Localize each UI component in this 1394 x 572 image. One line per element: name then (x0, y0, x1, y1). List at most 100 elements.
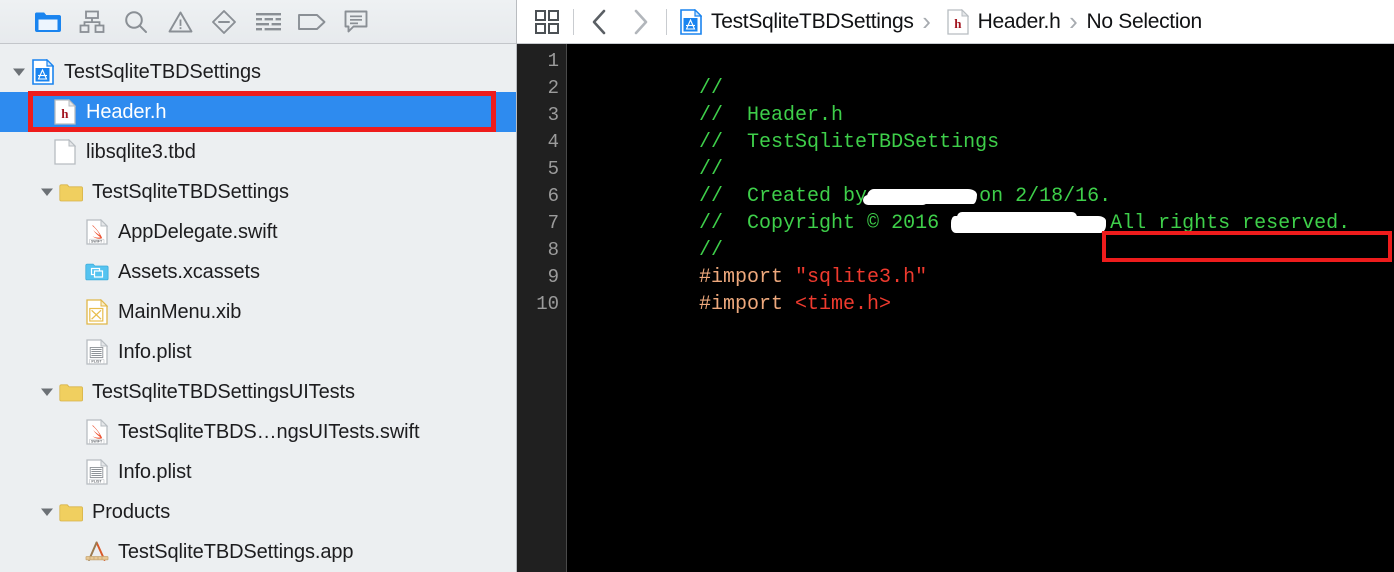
tree-row-label: TestSqliteTBDS…ngsUITests.swift (118, 421, 420, 443)
tree-row-label: AppDelegate.swift (118, 221, 278, 243)
tree-row-label: TestSqliteTBDSettings.app (118, 541, 354, 563)
h-file-icon: h (946, 8, 970, 36)
breadcrumb-selection[interactable]: No Selection (1084, 6, 1203, 38)
jump-bar-divider-1 (573, 8, 574, 35)
code-token-comment: on 2/18/16. (979, 185, 1112, 208)
svg-text:h: h (954, 16, 962, 31)
swift-file-icon: SWIFT (84, 218, 110, 246)
tree-row-label: MainMenu.xib (118, 301, 242, 323)
line-number: 7 (547, 212, 559, 234)
editor-jump-bar: TestSqliteTBDSettings › h Header.h › No … (517, 0, 1394, 44)
test-diamond-icon[interactable] (202, 7, 246, 37)
folder-icon (58, 378, 84, 406)
tree-row-group-testsqlitetbdsettings[interactable]: TestSqliteTBDSettings (0, 172, 516, 212)
svg-text:SWIFT: SWIFT (91, 440, 103, 444)
breadcrumb-chevron-icon: › (1069, 6, 1078, 36)
project-file-tree[interactable]: TestSqliteTBDSettings h Header.h libsqli… (0, 44, 516, 572)
tree-row-info-plist[interactable]: PLIST Info.plist (0, 332, 516, 372)
line-number: 2 (547, 77, 559, 99)
tree-row-app-product[interactable]: TestSqliteTBDSettings.app (0, 532, 516, 572)
source-editor[interactable]: 1 2 3 4 5 6 7 8 9 10 // // Header.h // T… (517, 44, 1394, 572)
search-icon[interactable] (114, 7, 158, 37)
jump-bar-divider-2 (666, 8, 667, 35)
tree-row-info-plist-uitests[interactable]: PLIST Info.plist (0, 452, 516, 492)
line-number: 6 (547, 185, 559, 207)
xcode-window: TestSqliteTBDSettings h Header.h libsqli… (0, 0, 1394, 572)
tree-row-appdelegate-swift[interactable]: SWIFT AppDelegate.swift (0, 212, 516, 252)
code-line-1: // (579, 48, 1394, 100)
disclosure-triangle-down-icon[interactable] (8, 52, 30, 92)
tree-row-header-h[interactable]: h Header.h (0, 92, 516, 132)
forward-chevron-icon[interactable] (620, 6, 662, 38)
tree-row-label: Header.h (86, 101, 167, 123)
project-navigator-pane: TestSqliteTBDSettings h Header.h libsqli… (0, 0, 517, 572)
line-number-gutter: 1 2 3 4 5 6 7 8 9 10 (517, 44, 567, 572)
tree-row-uitests-swift[interactable]: SWIFT TestSqliteTBDS…ngsUITests.swift (0, 412, 516, 452)
breadcrumb-label: Header.h (977, 9, 1061, 33)
code-token-comment: // TestSqliteTBDSettings (699, 131, 1000, 154)
tree-row-libsqlite3-tbd[interactable]: libsqlite3.tbd (0, 132, 516, 172)
swift-file-icon: SWIFT (84, 418, 110, 446)
report-message-icon[interactable] (334, 7, 378, 37)
plist-file-icon: PLIST (84, 338, 110, 366)
line-number: 1 (547, 50, 559, 72)
disclosure-triangle-down-icon[interactable] (36, 492, 58, 532)
code-token-comment: // (699, 158, 724, 181)
code-token-string: "sqlite3.h" (795, 266, 928, 289)
code-token-comment: // Created by (699, 185, 868, 208)
disclosure-triangle-down-icon[interactable] (36, 372, 58, 412)
related-items-icon[interactable] (525, 7, 569, 37)
plist-file-icon: PLIST (84, 458, 110, 486)
folder-icon (58, 178, 84, 206)
redaction-company-name (951, 211, 1107, 233)
disclosure-triangle-down-icon[interactable] (36, 172, 58, 212)
xcodeproj-icon (30, 58, 56, 86)
tree-row-label: Assets.xcassets (118, 261, 260, 283)
blank-file-icon (52, 138, 78, 166)
code-token-comment: // Header.h (699, 104, 844, 127)
tree-row-label: Products (92, 501, 171, 523)
line-number: 4 (547, 131, 559, 153)
line-number: 3 (547, 104, 559, 126)
back-chevron-icon[interactable] (578, 6, 620, 38)
tree-row-label: TestSqliteTBDSettings (92, 181, 289, 203)
tree-row-label: libsqlite3.tbd (86, 141, 196, 163)
breakpoint-tag-icon[interactable] (290, 7, 334, 37)
line-number: 10 (536, 293, 559, 315)
debug-list-icon[interactable] (246, 7, 290, 37)
svg-text:PLIST: PLIST (91, 360, 102, 364)
h-file-icon: h (52, 98, 78, 126)
tree-row-label: Info.plist (118, 461, 192, 483)
warning-triangle-icon[interactable] (158, 7, 202, 37)
line-number: 9 (547, 266, 559, 288)
xib-file-icon (84, 298, 110, 326)
redaction-author-name (863, 189, 978, 206)
svg-text:h: h (61, 106, 69, 121)
xcassets-icon (84, 258, 110, 286)
svg-text:SWIFT: SWIFT (91, 240, 103, 244)
code-token-comment: // Copyright © 2016 (699, 212, 952, 235)
code-token-preprocessor: #import (699, 293, 796, 316)
tree-row-project[interactable]: TestSqliteTBDSettings (0, 52, 516, 92)
tree-row-mainmenu-xib[interactable]: MainMenu.xib (0, 292, 516, 332)
code-text-area[interactable]: // // Header.h // TestSqliteTBDSettings … (567, 44, 1394, 572)
line-number: 5 (547, 158, 559, 180)
breadcrumb-label: No Selection (1086, 9, 1202, 33)
breadcrumb-file[interactable]: h Header.h (938, 6, 1063, 38)
tree-row-assets-xcassets[interactable]: Assets.xcassets (0, 252, 516, 292)
tree-row-group-uitests[interactable]: TestSqliteTBDSettingsUITests (0, 372, 516, 412)
line-number: 8 (547, 239, 559, 261)
code-token-comment: // (699, 239, 724, 262)
code-token-comment: All rights reserved. (1110, 212, 1351, 235)
navigator-selector-bar (0, 0, 516, 44)
editor-pane: TestSqliteTBDSettings › h Header.h › No … (517, 0, 1394, 572)
folder-icon[interactable] (26, 7, 70, 37)
source-control-icon[interactable] (70, 7, 114, 37)
xcodeproj-icon (679, 8, 703, 36)
breadcrumb-label: TestSqliteTBDSettings (711, 9, 914, 33)
tree-row-label: TestSqliteTBDSettingsUITests (92, 381, 355, 403)
tree-row-group-products[interactable]: Products (0, 492, 516, 532)
folder-icon (58, 498, 84, 526)
breadcrumb-project[interactable]: TestSqliteTBDSettings (671, 6, 916, 38)
app-product-icon (84, 538, 110, 566)
